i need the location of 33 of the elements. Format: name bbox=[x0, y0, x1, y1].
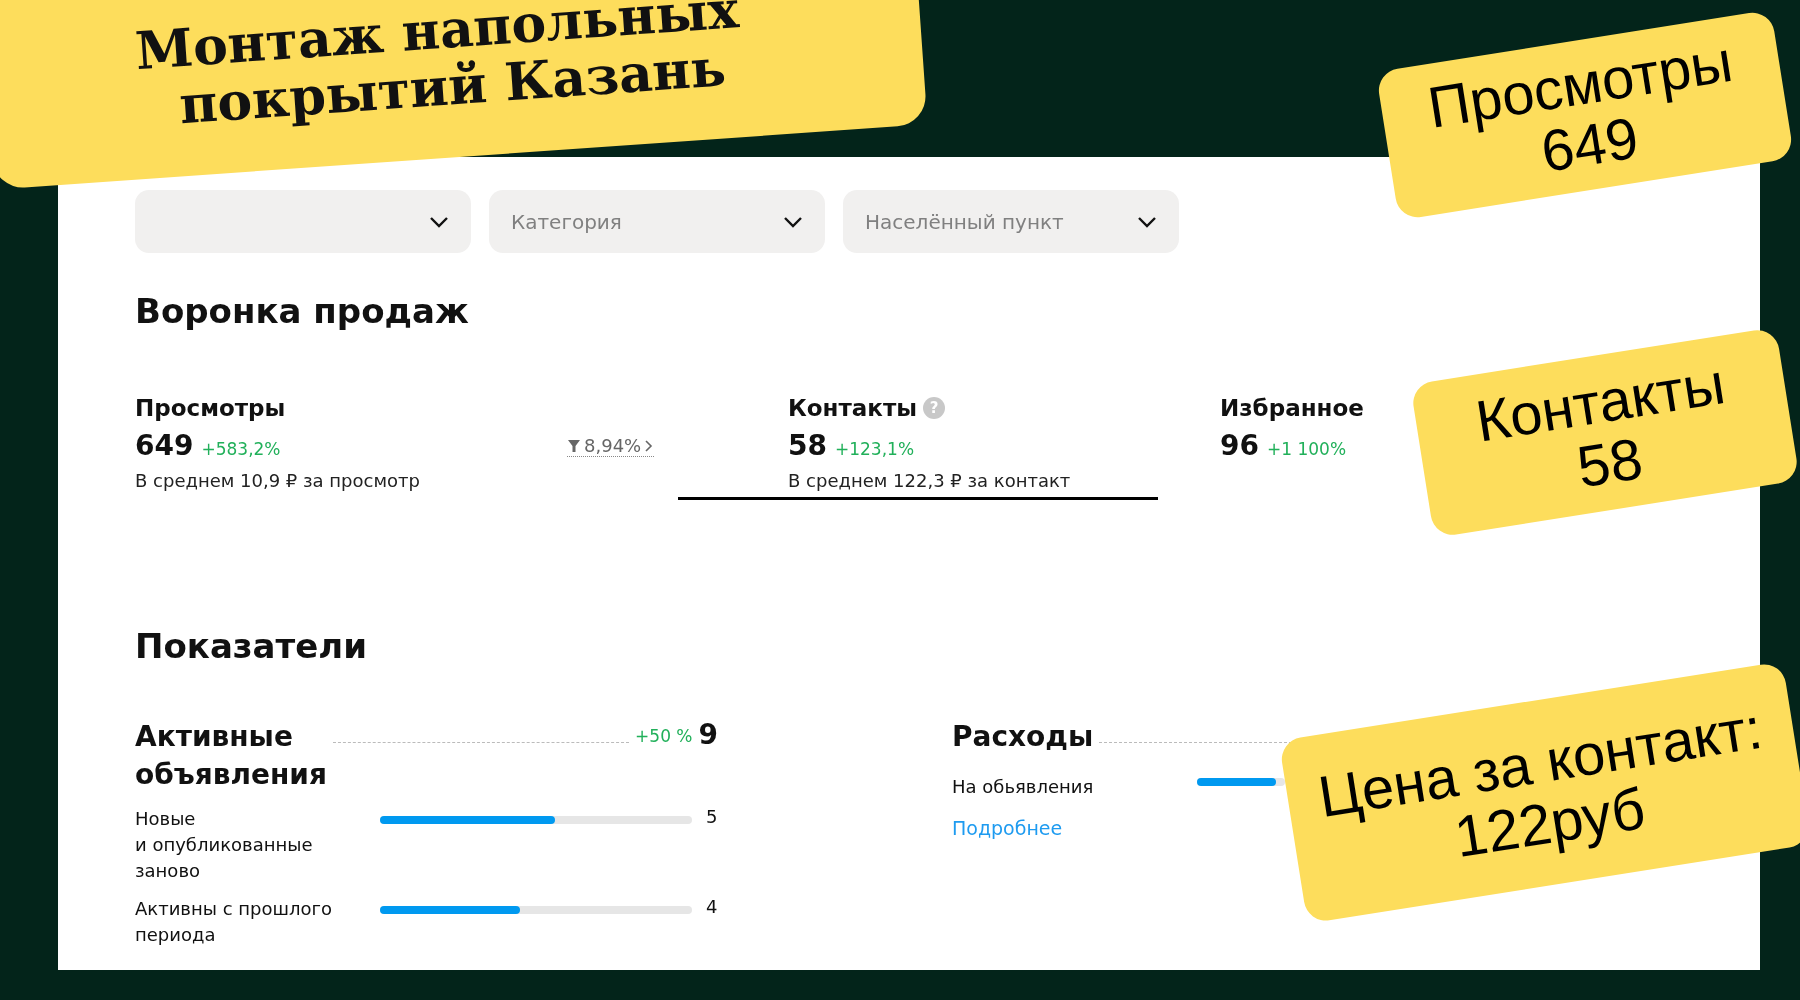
metric-change: +1 100% bbox=[1266, 439, 1347, 459]
metric-value: 649 bbox=[135, 429, 194, 462]
metric-note: В среднем 122,3 ₽ за контакт bbox=[788, 470, 1072, 491]
chevron-right-icon bbox=[644, 438, 655, 453]
sticker-text: 58 bbox=[1573, 427, 1647, 498]
funnel-icon bbox=[567, 438, 581, 453]
row-label: Новые и опубликованные заново bbox=[135, 806, 314, 883]
metric-label: Просмотры bbox=[135, 395, 286, 421]
metric-value: 96 bbox=[1220, 429, 1259, 462]
chevron-down-icon bbox=[1137, 215, 1157, 228]
conversion-link[interactable]: 8,94% bbox=[567, 435, 655, 457]
row-value: 4 bbox=[706, 895, 718, 917]
metric-change: +583,2% bbox=[201, 439, 281, 459]
indicator-value: 9 bbox=[698, 718, 718, 751]
section-title: Воронка продаж bbox=[135, 291, 470, 331]
more-link[interactable]: Подробнее bbox=[952, 816, 1063, 839]
row-label: Активны с прошлого периода bbox=[135, 896, 333, 947]
metric-note: В среднем 10,9 ₽ за просмотр bbox=[135, 470, 421, 491]
filter-dropdown[interactable]: Населённый пункт bbox=[843, 190, 1179, 253]
filter-dropdown[interactable] bbox=[135, 190, 471, 253]
metric-value: 58 bbox=[788, 429, 827, 462]
indicator-change: +50 % bbox=[635, 726, 693, 746]
metric-label: Избранное bbox=[1220, 395, 1364, 421]
chevron-down-icon bbox=[783, 215, 803, 228]
section-title: Показатели bbox=[135, 626, 369, 666]
row-value: 5 bbox=[706, 805, 718, 827]
filter-dropdown[interactable]: Категория bbox=[489, 190, 825, 253]
chevron-down-icon bbox=[429, 215, 449, 228]
indicator-title: Активные объявления bbox=[135, 719, 327, 793]
metric-change: +123,1% bbox=[834, 439, 915, 459]
row-label: На обьявления bbox=[952, 775, 1095, 797]
indicator-title: Расходы bbox=[952, 719, 1094, 755]
metric-label: Контакты bbox=[788, 395, 918, 421]
